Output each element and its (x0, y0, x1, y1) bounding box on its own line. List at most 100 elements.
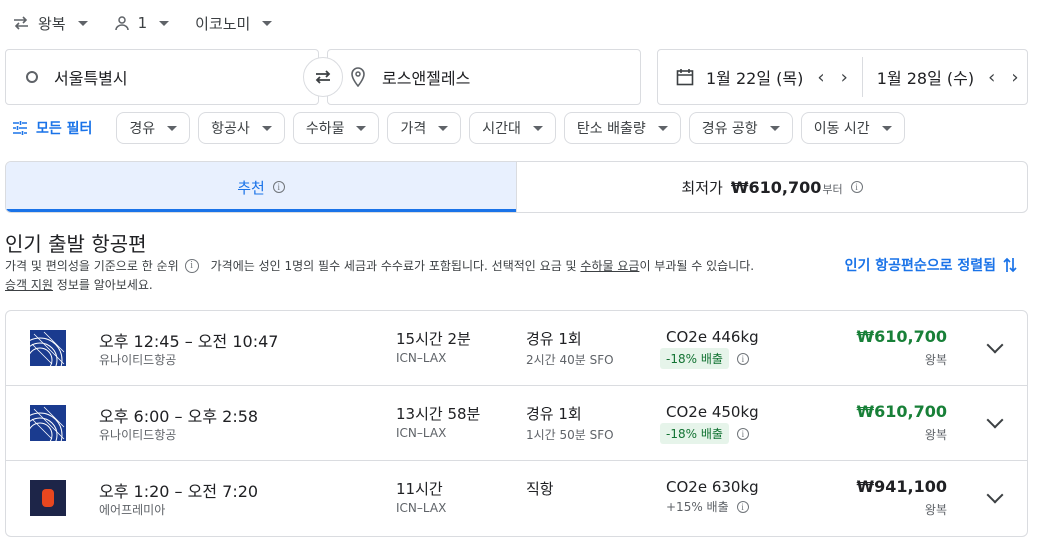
flight-times: 오후 6:00 – 오후 2:58 (99, 407, 259, 426)
united-logo (17, 405, 66, 458)
origin-circle-icon (26, 71, 38, 83)
layover-detail: 1시간 50분 SFO (526, 428, 614, 442)
depart-date[interactable]: 1월 22일 (목) ‹ › (658, 50, 862, 104)
filter-emissions[interactable]: 탄소 배출량 (563, 112, 681, 144)
airline-name: 유나이티드항공 (99, 428, 177, 442)
chip-label: 항공사 (211, 121, 250, 137)
tax-note: 가격에는 성인 1명의 필수 세금과 수수료가 포함됩니다. 선택적인 요금 및… (211, 257, 754, 274)
chevron-down-icon (167, 125, 178, 131)
info-icon[interactable]: i (736, 427, 749, 440)
prev-date-icon[interactable]: ‹ (980, 67, 1003, 88)
united-logo (17, 330, 66, 383)
destination-value: 로스앤젤레스 (382, 69, 471, 88)
all-filters-button[interactable]: 모든 필터 (12, 112, 92, 144)
round-trip-icon (14, 16, 28, 30)
info-icon[interactable]: i (736, 500, 749, 513)
trip-type-label: 왕복 (38, 14, 66, 33)
cabin-label: 이코노미 (195, 14, 251, 33)
emission-badge: -18% 배출 (660, 348, 729, 369)
chip-label: 시간대 (482, 121, 521, 137)
air-premia-logo (30, 480, 66, 516)
flight-price: ₩610,700 (856, 402, 947, 421)
destination-field[interactable]: 로스앤젤레스 (327, 49, 641, 105)
expand-chevron-icon[interactable] (986, 336, 1004, 354)
filter-times[interactable]: 시간대 (469, 112, 556, 144)
passenger-select[interactable]: 1 (114, 10, 170, 36)
flight-duration: 11시간 (396, 480, 443, 498)
trip-type-note: 왕복 (924, 428, 947, 442)
trip-type-note: 왕복 (924, 353, 947, 367)
search-form: 서울특별시 로스앤젤레스 1월 22일 (목) ‹ › 1월 28일 (수) ‹… (5, 49, 1028, 105)
emission-info: +15% 배출 i (660, 498, 749, 515)
info-icon[interactable]: i (184, 258, 199, 273)
flight-times: 오후 1:20 – 오전 7:20 (99, 482, 259, 501)
info-icon[interactable]: i (850, 181, 863, 193)
flight-stops: 경유 1회 (526, 405, 582, 423)
next-date-icon[interactable]: › (1003, 67, 1026, 88)
flight-route: ICN–LAX (396, 426, 447, 440)
return-date[interactable]: 1월 28일 (수) ‹ › (863, 50, 1027, 104)
passenger-assistance-link[interactable]: 승객 지원 (5, 278, 53, 292)
flight-row[interactable]: 오후 1:20 – 오전 7:20 에어프레미아 11시간 ICN–LAX 직항… (6, 461, 1027, 536)
filter-price[interactable]: 가격 (387, 112, 462, 144)
chip-label: 경유 (129, 121, 156, 137)
expand-chevron-icon[interactable] (986, 486, 1004, 504)
expand-chevron-icon[interactable] (986, 411, 1004, 429)
flight-list: 오후 12:45 – 오전 10:47 유나이티드항공 15시간 2분 ICN–… (5, 310, 1028, 537)
filter-duration[interactable]: 이동 시간 (800, 112, 905, 144)
chevron-down-icon (438, 125, 449, 131)
info-icon[interactable]: i (736, 352, 749, 365)
flight-times: 오후 12:45 – 오전 10:47 (99, 332, 279, 351)
filter-airlines[interactable]: 항공사 (198, 112, 285, 144)
co2-value: CO2e 450kg (666, 403, 759, 421)
sort-icon (1003, 257, 1017, 273)
filter-bags[interactable]: 수하물 (292, 112, 380, 144)
chip-label: 탄소 배출량 (576, 121, 646, 137)
assistance-note-text: 정보를 알아보세요. (52, 278, 153, 292)
tune-icon (13, 121, 27, 135)
bag-fee-link[interactable]: 수하물 요금 (580, 259, 639, 273)
emission-info: -18% 배출 i (660, 423, 749, 444)
tab-recommended-label: 추천 (237, 178, 265, 197)
tab-cheapest[interactable]: 최저가 ₩610,700 부터 i (517, 162, 1027, 212)
co2-value: CO2e 446kg (666, 328, 759, 346)
filter-connecting-airports[interactable]: 경유 공항 (688, 112, 793, 144)
calendar-icon (676, 69, 694, 86)
depart-date-value: 1월 22일 (목) (706, 69, 804, 88)
trip-type-select[interactable]: 왕복 (12, 10, 88, 36)
sort-label: 인기 항공편순으로 정렬됨 (844, 258, 996, 274)
chip-label: 이동 시간 (813, 121, 870, 137)
flight-stops: 직항 (526, 480, 554, 498)
assistance-note: 승객 지원 정보를 알아보세요. (5, 276, 153, 293)
flight-row[interactable]: 오후 6:00 – 오후 2:58 유나이티드항공 13시간 58분 ICN–L… (6, 386, 1027, 461)
tab-recommended[interactable]: 추천 i (6, 162, 517, 212)
trip-options-bar: 왕복 1 이코노미 (12, 10, 273, 36)
flight-duration: 15시간 2분 (396, 330, 471, 348)
emission-text: +15% 배출 (666, 500, 729, 514)
chevron-down-icon (159, 20, 170, 26)
price-note: 가격 및 편의성을 기준으로 한 순위 i 가격에는 성인 1명의 필수 세금과… (5, 257, 805, 274)
chevron-down-icon (881, 125, 892, 131)
ranking-note: 가격 및 편의성을 기준으로 한 순위 (5, 259, 179, 273)
person-icon (114, 16, 129, 31)
emission-badge: -18% 배출 (660, 423, 729, 444)
all-filters-label: 모든 필터 (36, 121, 93, 137)
chevron-down-icon (262, 20, 273, 26)
tax-note-text: 가격에는 성인 1명의 필수 세금과 수수료가 포함됩니다. 선택적인 요금 및 (210, 259, 577, 273)
layover-detail: 2시간 40분 SFO (526, 353, 614, 367)
flight-duration: 13시간 58분 (396, 405, 481, 423)
sort-tabs: 추천 i 최저가 ₩610,700 부터 i (5, 161, 1028, 213)
flight-price: ₩610,700 (856, 327, 947, 346)
chevron-down-icon (356, 125, 367, 131)
info-icon[interactable]: i (272, 181, 285, 193)
trip-type-note: 왕복 (924, 503, 947, 517)
swap-button[interactable] (303, 57, 343, 97)
origin-field[interactable]: 서울특별시 (5, 49, 319, 105)
flight-row[interactable]: 오후 12:45 – 오전 10:47 유나이티드항공 15시간 2분 ICN–… (6, 311, 1027, 386)
cabin-select[interactable]: 이코노미 (195, 10, 273, 36)
prev-date-icon[interactable]: ‹ (809, 67, 832, 88)
next-date-icon[interactable]: › (833, 67, 856, 88)
swap-icon (315, 70, 331, 84)
sort-by-button[interactable]: 인기 항공편순으로 정렬됨 (845, 255, 1018, 275)
filter-stops[interactable]: 경유 (116, 112, 191, 144)
